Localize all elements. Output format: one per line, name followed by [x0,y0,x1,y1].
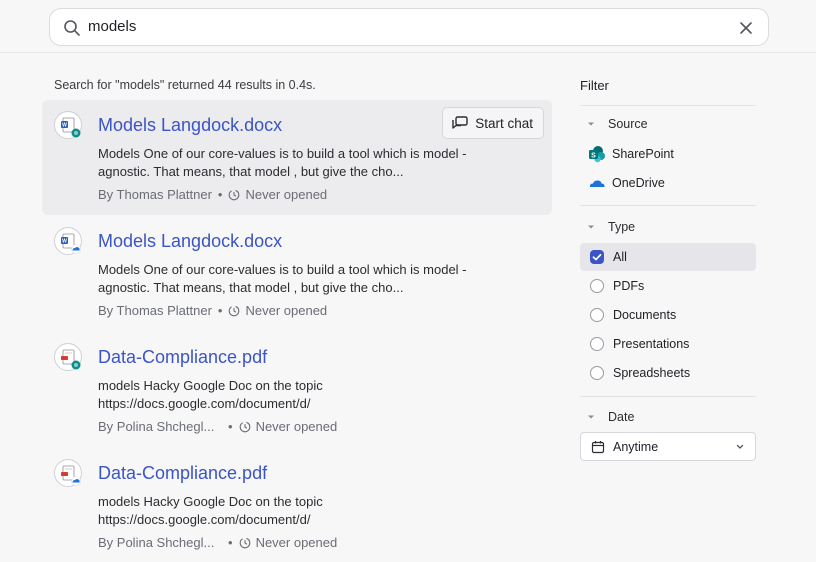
svg-text:W: W [62,123,67,129]
filter-type-label: PDFs [613,279,645,293]
close-icon[interactable] [738,20,754,36]
result-meta: By Polina Shchegl... • Never opened [98,535,337,550]
result-snippet: Models One of our core-values is to buil… [98,146,467,179]
filter-section-label: Date [608,410,635,424]
calendar-icon [591,440,605,453]
filter-type-presentations[interactable]: Presentations [580,330,756,358]
sharepoint-icon: S [589,146,605,163]
filter-section-label: Type [608,220,636,234]
svg-text:S: S [591,152,596,159]
result-opened-status: Never opened [245,303,328,318]
search-result[interactable]: Data-Compliance.pdf models Hacky Google … [42,332,552,447]
filter-source-label: SharePoint [612,147,674,161]
filter-type-label: Presentations [613,337,690,351]
search-result[interactable]: W Models Langdock.docx Models One of our… [42,100,552,215]
search-icon [64,20,80,36]
search-result[interactable]: Data-Compliance.pdf models Hacky Google … [42,448,552,562]
search-result[interactable]: W Models Langdock.docx Models One of our… [42,216,552,331]
filter-type-all[interactable]: All [580,243,756,271]
separator-dot: • [217,303,223,318]
separator-dot: • [228,535,233,550]
results-summary: Search for "models" returned 44 results … [54,78,316,92]
result-title-link[interactable]: Data-Compliance.pdf [98,347,267,368]
checkbox[interactable] [590,337,604,351]
filter-type-documents[interactable]: Documents [580,301,756,329]
word-file-icon: W [54,227,82,255]
filter-type-label: Documents [613,308,677,322]
result-author: By Thomas Plattner [98,187,212,202]
caret-down-icon [588,225,594,229]
filter-type-spreadsheets[interactable]: Spreadsheets [580,359,756,387]
chevron-down-icon [736,444,744,449]
pdf-file-icon [54,343,82,371]
result-meta: By Thomas Plattner • Never opened [98,187,327,202]
divider [580,205,756,206]
result-meta: By Polina Shchegl... • Never opened [98,419,337,434]
checkbox[interactable] [590,308,604,322]
filter-type-label: All [613,250,627,264]
clock-icon [229,189,240,200]
filter-section-source[interactable]: Source [580,117,648,131]
svg-text:W: W [62,239,67,245]
filter-type-label: Spreadsheets [613,366,691,380]
date-select-value: Anytime [613,439,659,454]
top-bar: models [0,0,816,53]
result-snippet: Models One of our core-values is to buil… [98,262,467,295]
checkbox[interactable] [590,279,604,293]
clock-icon [229,305,240,316]
check-icon [592,253,601,260]
result-title-link[interactable]: Models Langdock.docx [98,231,282,252]
result-title-link[interactable]: Data-Compliance.pdf [98,463,267,484]
divider [580,105,756,106]
filter-type-pdfs[interactable]: PDFs [580,272,756,300]
result-opened-status: Never opened [255,535,338,550]
result-snippet: models Hacky Google Doc on the topic htt… [98,494,323,527]
filter-section-type[interactable]: Type [580,220,635,234]
onedrive-icon [589,180,605,187]
filter-source-sharepoint[interactable]: S SharePoint [588,145,674,163]
separator-dot: • [228,419,233,434]
pdf-file-icon [54,459,82,487]
filter-section-date[interactable]: Date [580,410,634,424]
word-file-icon: W [54,111,82,139]
filter-source-onedrive[interactable]: OneDrive [588,174,665,192]
start-chat-button[interactable]: Start chat [442,107,544,139]
checkbox[interactable] [590,366,604,380]
search-input[interactable]: models [88,18,136,35]
separator-dot: • [217,187,223,202]
caret-down-icon [588,122,594,126]
checkbox-checked[interactable] [590,250,604,264]
result-author: By Polina Shchegl... [98,535,215,550]
clock-icon [239,537,250,548]
result-opened-status: Never opened [255,419,338,434]
result-opened-status: Never opened [245,187,328,202]
start-chat-label: Start chat [475,115,533,131]
chat-bubble-icon [452,116,468,129]
result-meta: By Thomas Plattner • Never opened [98,303,327,318]
caret-down-icon [588,415,594,419]
clock-icon [239,421,250,432]
filter-heading: Filter [580,78,609,93]
divider [580,396,756,397]
result-author: By Polina Shchegl... [98,419,215,434]
result-author: By Thomas Plattner [98,303,212,318]
result-title-link[interactable]: Models Langdock.docx [98,115,282,136]
filter-source-label: OneDrive [612,176,665,190]
filter-section-label: Source [608,117,648,131]
search-box[interactable]: models [49,8,769,46]
date-range-select[interactable]: Anytime [580,432,756,461]
result-snippet: models Hacky Google Doc on the topic htt… [98,378,323,411]
